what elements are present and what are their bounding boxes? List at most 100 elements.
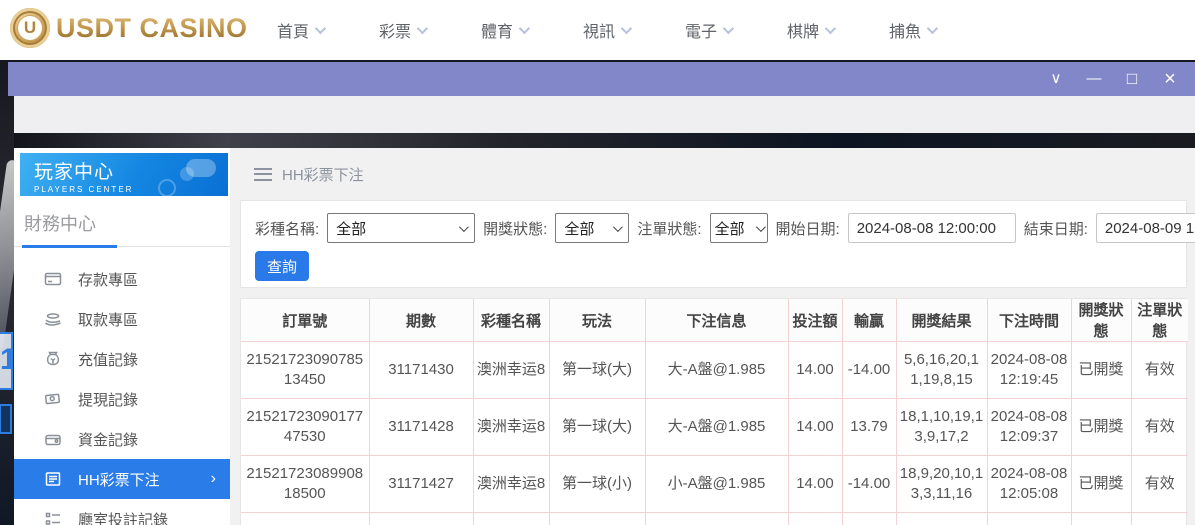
deposit-card-icon <box>44 270 62 288</box>
list-icon <box>44 510 62 525</box>
document-icon <box>44 470 62 488</box>
button-row: 查詢 <box>255 251 1186 281</box>
nav-item-0[interactable]: 首頁 <box>266 18 334 42</box>
table-cell <box>896 512 988 525</box>
sidebar-item-4[interactable]: 資金記錄 <box>14 419 230 459</box>
players-center-subtitle: PLAYERS CENTER <box>34 185 134 194</box>
site-logo[interactable]: U USDT CASINO <box>10 8 248 48</box>
bets-table: 訂單號 期數 彩種名稱 玩法 下注信息 投注額 輸贏 開獎結果 下注時間 開獎狀態 注單狀態 215… <box>241 299 1188 525</box>
order-status-value: 全部 <box>714 220 745 238</box>
column-header-2: 彩種名稱 <box>473 299 550 342</box>
players-center-header[interactable]: 玩家中心 PLAYERS CENTER <box>20 153 228 196</box>
table-cell: 已開獎 <box>1071 455 1132 513</box>
table-cell: 第一球(大) <box>549 341 646 399</box>
lottery-type-select[interactable]: 全部 <box>327 213 476 243</box>
table-cell <box>842 512 897 525</box>
nav-item-6[interactable]: 捕魚 <box>878 18 946 42</box>
close-icon[interactable]: × <box>1159 62 1181 96</box>
background-banner: 1 <box>0 332 13 390</box>
background-badge <box>0 404 12 434</box>
section-divider <box>14 245 230 248</box>
nav-item-4[interactable]: 電子 <box>674 18 742 42</box>
column-header-9: 開獎狀態 <box>1071 299 1132 342</box>
end-date-input[interactable] <box>1095 213 1195 243</box>
table-cell: 2152172309078513450 <box>241 341 370 399</box>
nav-item-3[interactable]: 視訊 <box>572 18 640 42</box>
table-cell <box>987 512 1072 525</box>
table-cell: 澳洲幸运8 <box>473 455 550 513</box>
sidebar-item-label: 存款專區 <box>78 271 139 289</box>
search-button[interactable]: 查詢 <box>255 251 309 281</box>
sidebar-item-label: HH彩票下注 <box>78 471 160 489</box>
money-bag-icon <box>44 350 62 368</box>
table-cell: 2024-08-08 12:05:08 <box>987 455 1072 513</box>
table-row-1: 2152172309017747530 31171428 澳洲幸运8 第一球(大) 大-… <box>241 398 1188 456</box>
sidebar-item-1[interactable]: 取款專區 <box>14 299 230 339</box>
table-cell: 13.79 <box>842 398 897 456</box>
chevron-down-icon <box>620 22 633 35</box>
table-header-row: 訂單號 期數 彩種名稱 玩法 下注信息 投注額 輸贏 開獎結果 下注時間 開獎狀態 注單狀態 <box>241 299 1188 342</box>
table-cell: 31171427 <box>369 455 474 513</box>
column-header-1: 期數 <box>369 299 474 342</box>
table-cell: 14.00 <box>788 398 843 456</box>
nav-item-1[interactable]: 彩票 <box>368 18 436 42</box>
sidebar-menu: 存款專區取款專區充值記錄提現記錄 資金記錄 HH彩票下注 › 廳室投註記錄 <box>14 259 230 525</box>
table-row-empty <box>241 512 1188 525</box>
filter-row: 彩種名稱: 全部 開獎狀態: 全部 注單狀態: 全部 開始日期: 2024-08… <box>255 213 1195 243</box>
cash-note-icon <box>44 390 62 408</box>
sidebar-item-2[interactable]: 充值記錄 <box>14 339 230 379</box>
table-cell <box>1131 513 1188 525</box>
table-cell: 31171428 <box>369 398 474 456</box>
table-cell: 14.00 <box>788 455 843 513</box>
chevron-down-icon <box>613 221 624 232</box>
sidebar-item-5[interactable]: HH彩票下注 › <box>14 459 230 499</box>
maximize-icon[interactable]: □ <box>1121 62 1143 96</box>
column-header-6: 輸贏 <box>842 299 897 342</box>
table-cell: 5,6,16,20,11,19,8,15 <box>896 341 988 399</box>
nav-item-label: 首頁 <box>276 24 309 41</box>
chevron-down-icon[interactable]: ∨ <box>1045 62 1067 96</box>
sidebar-item-label: 充值記錄 <box>78 351 139 369</box>
table-cell: 澳洲幸运8 <box>473 398 550 456</box>
chevron-down-icon <box>722 22 735 35</box>
lottery-type-label: 彩種名稱: <box>255 220 320 238</box>
filter-panel: 彩種名稱: 全部 開獎狀態: 全部 注單狀態: 全部 開始日期: 2024-08… <box>240 200 1195 288</box>
finance-center-heading: 財務中心 <box>24 214 96 234</box>
table-cell <box>369 512 474 525</box>
nav-item-label: 捕魚 <box>888 24 921 41</box>
table-cell: 小-A盤@1.985 <box>645 455 789 513</box>
draw-status-select[interactable]: 全部 <box>555 213 630 243</box>
order-status-select[interactable]: 全部 <box>709 213 768 243</box>
nav-item-label: 彩票 <box>378 24 411 41</box>
table-cell: 已開獎 <box>1071 398 1132 456</box>
table-cell: 有效 <box>1131 341 1188 399</box>
menu-toggle-icon[interactable] <box>254 167 272 181</box>
chevron-down-icon <box>824 22 837 35</box>
table-cell: 已開獎 <box>1071 341 1132 399</box>
nav-item-2[interactable]: 體育 <box>470 18 538 42</box>
sidebar-item-0[interactable]: 存款專區 <box>14 259 230 299</box>
sidebar-item-3[interactable]: 提現記錄 <box>14 379 230 419</box>
table-cell: 2152172309017747530 <box>241 398 370 456</box>
purse-icon <box>44 430 62 448</box>
table-cell: -14.00 <box>842 341 897 399</box>
screen: 1 U USDT CASINO 首頁 彩票 體育 視訊 電子 棋牌 捕魚 ∨ — □ × 玩家中心… <box>0 0 1195 525</box>
minimize-icon[interactable]: — <box>1083 62 1105 96</box>
logo-text: USDT CASINO <box>56 12 248 43</box>
coin-logo-icon: U <box>10 8 50 48</box>
withdraw-hand-icon <box>44 310 62 328</box>
table-cell: 2024-08-08 12:19:45 <box>987 341 1072 399</box>
start-date-input[interactable] <box>847 213 1016 243</box>
column-header-5: 投注額 <box>788 299 843 342</box>
column-header-0: 訂單號 <box>241 299 370 342</box>
app-frame: 玩家中心 PLAYERS CENTER 財務中心 存款專區取款專區充值記錄提現記… <box>14 148 1195 525</box>
lottery-type-value: 全部 <box>336 220 367 238</box>
table-cell: 第一球(小) <box>549 455 646 513</box>
nav-item-5[interactable]: 棋牌 <box>776 18 844 42</box>
table-cell: 有效 <box>1131 398 1188 456</box>
table-cell <box>549 512 646 525</box>
nav-item-label: 視訊 <box>582 24 615 41</box>
start-date-label: 開始日期: <box>775 220 840 238</box>
draw-status-label: 開獎狀態: <box>483 220 548 238</box>
sidebar-item-6[interactable]: 廳室投註記錄 <box>14 499 230 525</box>
